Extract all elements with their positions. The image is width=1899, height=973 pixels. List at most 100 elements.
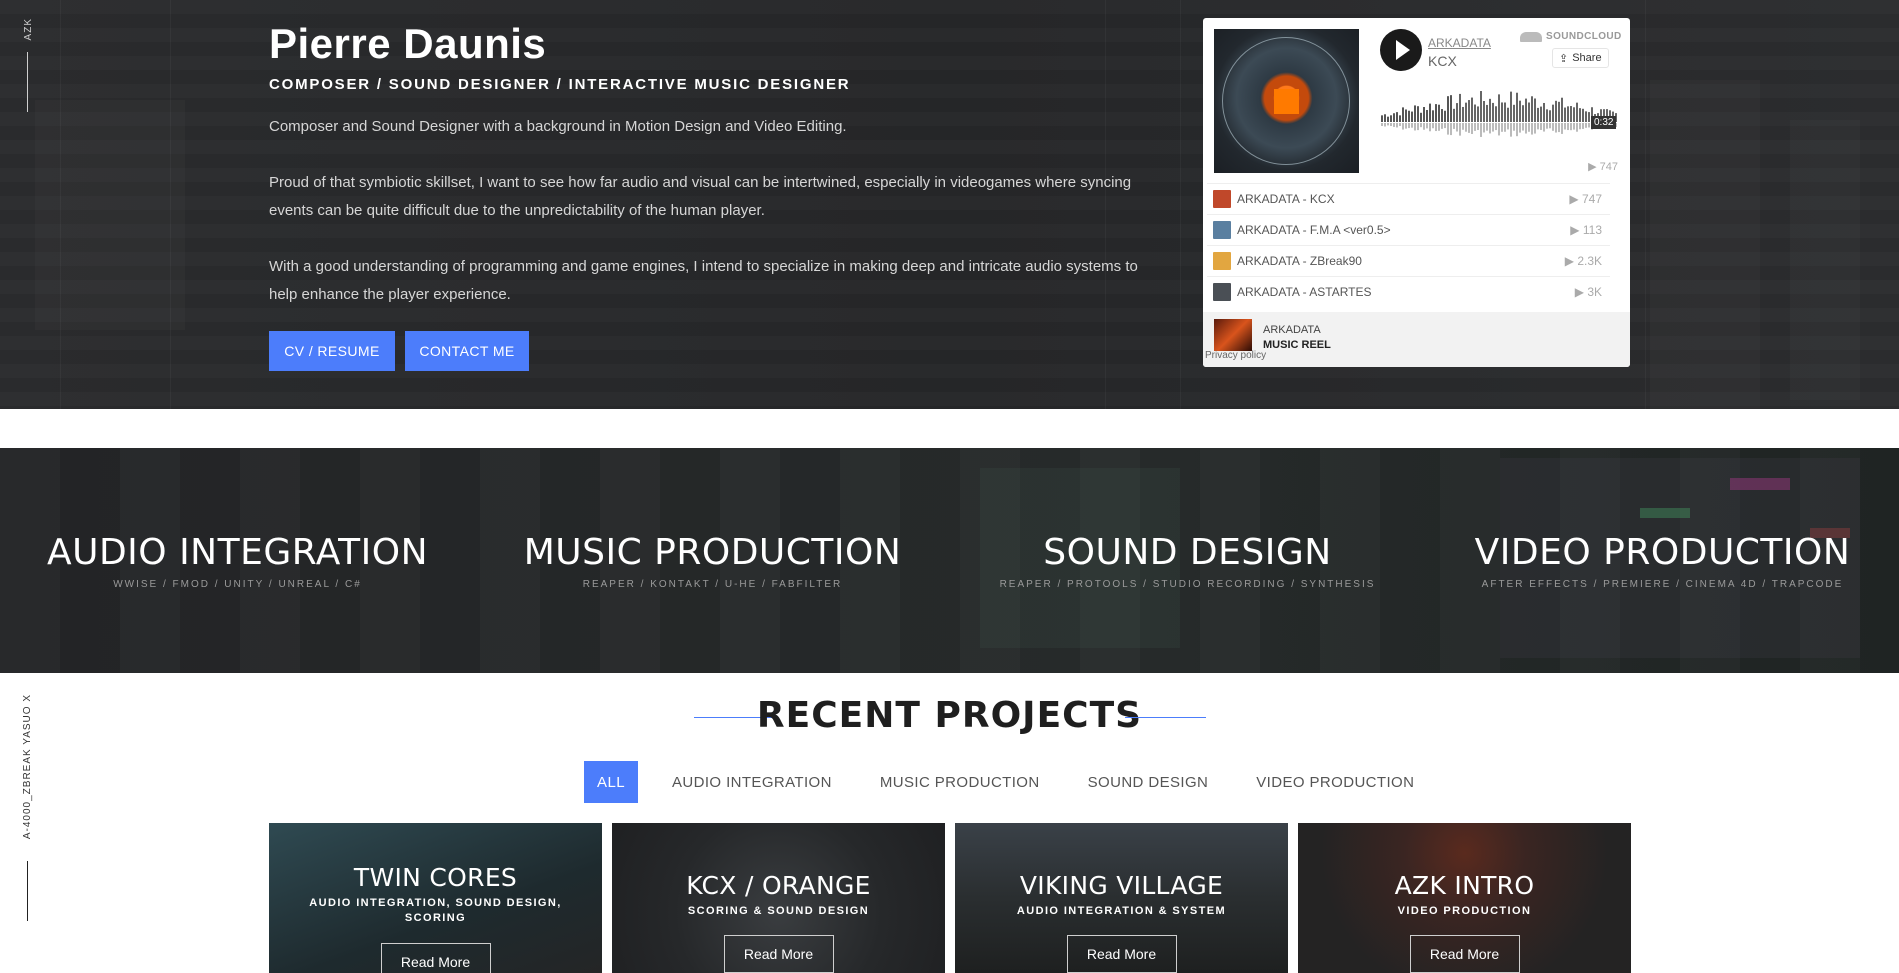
project-card-twin-cores[interactable]: TWIN CORES AUDIO INTEGRATION, SOUND DESI… xyxy=(269,823,602,973)
waveform-bar-reflection xyxy=(1558,123,1560,133)
waveform-bar xyxy=(1504,102,1506,122)
waveform-bar xyxy=(1567,106,1569,122)
waveform-bar-reflection xyxy=(1588,123,1590,128)
play-icon[interactable] xyxy=(1380,29,1422,71)
waveform-bar-reflection xyxy=(1537,123,1539,130)
service-tools: AFTER EFFECTS / PREMIERE / CINEMA 4D / T… xyxy=(1481,579,1844,590)
waveform-bar-reflection xyxy=(1420,123,1422,128)
waveform-bar-reflection xyxy=(1561,123,1563,134)
sc-track-title: KCX xyxy=(1428,53,1457,69)
waveform-bar xyxy=(1390,115,1392,122)
waveform-bar-reflection xyxy=(1387,123,1389,126)
project-filters: ALL AUDIO INTEGRATION MUSIC PRODUCTION S… xyxy=(584,761,1414,803)
sc-track-row-plays: ▶ 3K xyxy=(1574,285,1602,299)
contact-me-button[interactable]: CONTACT ME xyxy=(405,331,529,371)
waveform-bar xyxy=(1399,115,1401,122)
waveform-bar-reflection xyxy=(1498,123,1500,136)
waveform-bar-reflection xyxy=(1384,123,1386,127)
waveform-bar-reflection xyxy=(1510,123,1512,137)
sc-track-row-plays: ▶ 113 xyxy=(1570,223,1602,237)
soundcloud-logo[interactable]: SOUNDCLOUD xyxy=(1520,31,1622,42)
filter-video-production[interactable]: VIDEO PRODUCTION xyxy=(1256,761,1414,803)
sc-track-thumb xyxy=(1213,190,1231,208)
waveform-bar-reflection xyxy=(1507,123,1509,130)
hero-paragraph-2: Proud of that symbiotic skillset, I want… xyxy=(269,174,1132,219)
sc-artist-link[interactable]: ARKADATA xyxy=(1428,36,1491,50)
sc-footer: ARKADATA MUSIC REEL Privacy policy xyxy=(1203,312,1630,367)
waveform-bar-reflection xyxy=(1504,123,1506,132)
waveform-bar xyxy=(1579,108,1581,122)
hero-paragraph-1: Composer and Sound Designer with a backg… xyxy=(269,118,847,135)
service-title: SOUND DESIGN xyxy=(1043,532,1332,573)
sc-play-count: ▶ 747 xyxy=(1588,161,1618,173)
sc-track-row-title: ARKADATA - ZBreak90 xyxy=(1237,254,1362,268)
waveform-bar xyxy=(1465,102,1467,122)
service-tools: REAPER / KONTAKT / U-HE / FABFILTER xyxy=(582,579,843,590)
waveform-bar-reflection xyxy=(1447,123,1449,135)
waveform-bar-reflection xyxy=(1468,123,1470,133)
waveform-bar xyxy=(1459,93,1461,122)
filter-all[interactable]: ALL xyxy=(584,761,638,803)
recent-projects-heading: RECENT PROJECTS xyxy=(756,695,1143,736)
playlist-thumb[interactable] xyxy=(1214,319,1252,351)
read-more-button[interactable]: Read More xyxy=(1066,935,1177,973)
waveform-bar-reflection xyxy=(1540,123,1542,130)
waveform-bar-reflection xyxy=(1573,123,1575,130)
service-title: MUSIC PRODUCTION xyxy=(523,532,902,573)
waveform-bar xyxy=(1411,111,1413,122)
sc-track-row[interactable]: ARKADATA - ASTARTES ▶ 3K xyxy=(1207,276,1610,307)
sc-track-thumb xyxy=(1213,221,1231,239)
share-button[interactable]: ⇪ Share xyxy=(1552,48,1609,68)
read-more-button[interactable]: Read More xyxy=(1409,935,1520,973)
waveform-bar-reflection xyxy=(1567,123,1569,131)
sc-track-thumb xyxy=(1213,283,1231,301)
read-more-button[interactable]: Read More xyxy=(723,935,834,973)
sc-footer-artist[interactable]: ARKADATA xyxy=(1263,324,1321,336)
waveform-bar-reflection xyxy=(1525,123,1527,134)
cv-resume-button[interactable]: CV / RESUME xyxy=(269,331,395,371)
waveform-bar-reflection xyxy=(1474,123,1476,131)
project-card-kcx-orange[interactable]: KCX / ORANGE SCORING & SOUND DESIGN Read… xyxy=(612,823,945,973)
filter-audio-integration[interactable]: AUDIO INTEGRATION xyxy=(672,761,832,803)
waveform-bar xyxy=(1420,112,1422,122)
service-title: VIDEO PRODUCTION xyxy=(1474,532,1851,573)
soundcloud-widget[interactable]: ARKADATA KCX SOUNDCLOUD ⇪ Share 0:32 ▶ 7… xyxy=(1203,18,1630,367)
waveform-bar xyxy=(1426,109,1428,122)
waveform-bar-reflection xyxy=(1450,123,1452,136)
service-music-production: MUSIC PRODUCTION REAPER / KONTAKT / U-HE… xyxy=(475,532,950,590)
card-subtitle: AUDIO INTEGRATION, SOUND DESIGN, SCORING xyxy=(309,897,562,924)
waveform-bar xyxy=(1522,105,1524,122)
waveform-bar-reflection xyxy=(1549,123,1551,129)
waveform-bar xyxy=(1534,98,1536,122)
sc-track-row[interactable]: ARKADATA - ZBreak90 ▶ 2.3K xyxy=(1207,245,1610,276)
side-label-top: AZK xyxy=(23,18,34,113)
sc-track-row[interactable]: ARKADATA - F.M.A <ver0.5> ▶ 113 xyxy=(1207,214,1610,245)
waveform-bar xyxy=(1432,110,1434,122)
read-more-button[interactable]: Read More xyxy=(380,943,491,973)
waveform-bar xyxy=(1438,104,1440,122)
orange-logo xyxy=(1274,89,1299,114)
filter-music-production[interactable]: MUSIC PRODUCTION xyxy=(880,761,1040,803)
sc-track-row[interactable]: ARKADATA - KCX ▶ 747 xyxy=(1207,183,1610,214)
waveform[interactable] xyxy=(1381,84,1618,144)
waveform-bar xyxy=(1513,104,1515,122)
waveform-bar xyxy=(1417,106,1419,122)
project-card-azk-intro[interactable]: AZK INTRO VIDEO PRODUCTION Read More xyxy=(1298,823,1631,973)
waveform-bar xyxy=(1486,104,1488,122)
waveform-bar xyxy=(1396,112,1398,122)
service-audio-integration: AUDIO INTEGRATION WWISE / FMOD / UNITY /… xyxy=(0,532,475,590)
card-title: KCX / ORANGE xyxy=(686,871,871,900)
privacy-policy-link[interactable]: Privacy policy xyxy=(1205,350,1266,361)
project-card-viking-village[interactable]: VIKING VILLAGE AUDIO INTEGRATION & SYSTE… xyxy=(955,823,1288,973)
waveform-bar-reflection xyxy=(1408,123,1410,129)
filter-sound-design[interactable]: SOUND DESIGN xyxy=(1088,761,1209,803)
waveform-bar-reflection xyxy=(1486,123,1488,131)
waveform-bar-reflection xyxy=(1381,123,1383,126)
waveform-bar xyxy=(1402,107,1404,122)
sc-footer-playlist[interactable]: MUSIC REEL xyxy=(1263,339,1331,351)
service-sound-design: SOUND DESIGN REAPER / PROTOOLS / STUDIO … xyxy=(950,532,1425,590)
waveform-bar-reflection xyxy=(1534,123,1536,134)
waveform-bar xyxy=(1489,98,1491,122)
waveform-bar-reflection xyxy=(1465,123,1467,132)
waveform-bar-reflection xyxy=(1531,123,1533,135)
